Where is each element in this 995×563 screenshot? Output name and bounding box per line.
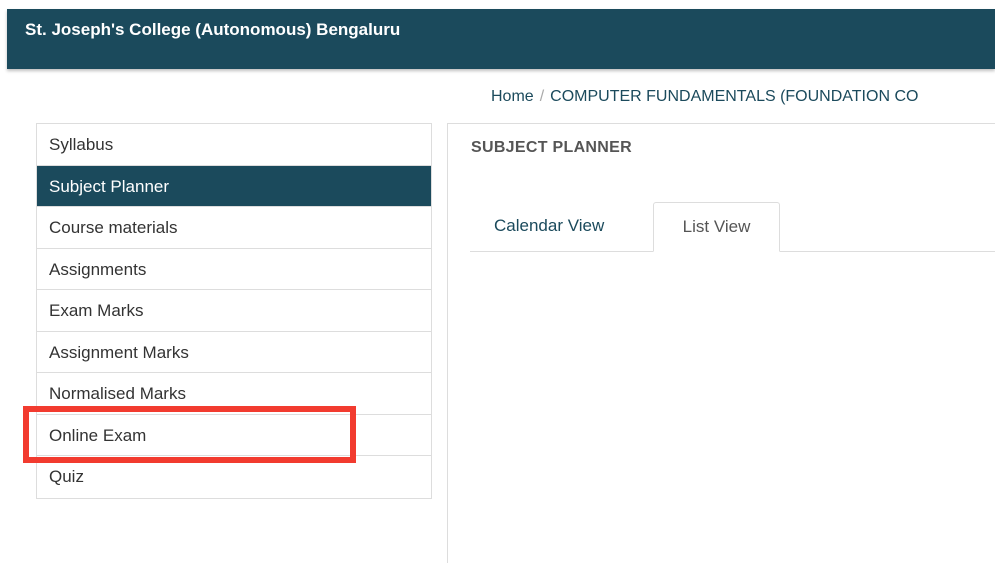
sidebar-item-syllabus[interactable]: Syllabus [37, 124, 431, 166]
page: St. Joseph's College (Autonomous) Bengal… [0, 0, 995, 563]
breadcrumb-separator: / [539, 88, 545, 105]
sidebar-item-exam-marks[interactable]: Exam Marks [37, 290, 431, 332]
top-navbar: St. Joseph's College (Autonomous) Bengal… [7, 9, 995, 69]
tab-list-view[interactable]: List View [653, 202, 780, 252]
sidebar-item-subject-planner[interactable]: Subject Planner [37, 165, 431, 207]
sidebar-item-course-materials[interactable]: Course materials [37, 207, 431, 249]
tab-calendar-view[interactable]: Calendar View [470, 202, 650, 251]
breadcrumb-current: COMPUTER FUNDAMENTALS (FOUNDATION CO [550, 88, 919, 105]
breadcrumb-home-link[interactable]: Home [491, 88, 534, 105]
sidebar-item-quiz[interactable]: Quiz [37, 456, 431, 498]
sidebar-item-normalised-marks[interactable]: Normalised Marks [37, 373, 431, 415]
view-tabs: Calendar View List View [470, 202, 995, 252]
breadcrumb: Home / COMPUTER FUNDAMENTALS (FOUNDATION C… [491, 88, 918, 106]
college-name[interactable]: St. Joseph's College (Autonomous) Bengal… [25, 20, 400, 40]
content-panel [447, 123, 995, 563]
sidebar-menu: Syllabus Subject Planner Course material… [36, 123, 432, 499]
sidebar-item-assignments[interactable]: Assignments [37, 249, 431, 290]
sidebar-item-assignment-marks[interactable]: Assignment Marks [37, 332, 431, 373]
panel-title: SUBJECT PLANNER [471, 139, 632, 156]
sidebar-item-online-exam[interactable]: Online Exam [37, 415, 431, 456]
